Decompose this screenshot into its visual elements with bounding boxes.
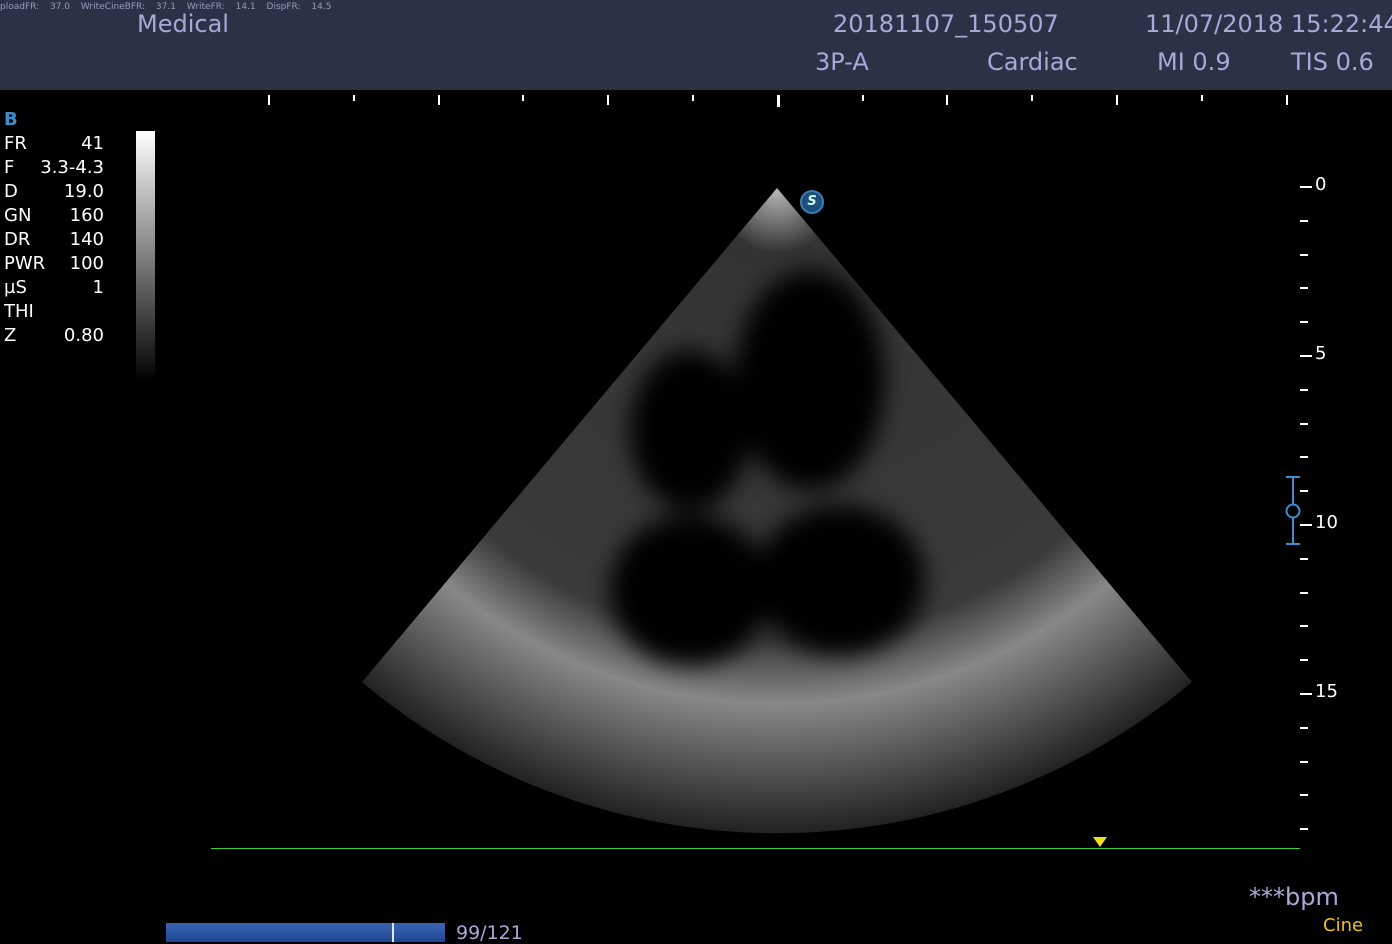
heart-rate: ***bpm <box>1249 883 1339 911</box>
param-value: 140 <box>69 229 104 250</box>
depth-tick <box>1300 321 1308 324</box>
depth-tick <box>1300 219 1308 222</box>
imaging-parameters: B FR 41 F 3.3-4.3 D 19.0 GN 160 DR 140 PWR 100 µS 1 TH… <box>4 108 104 348</box>
param-row: F 3.3-4.3 <box>4 156 104 180</box>
depth-tick <box>1300 760 1308 763</box>
mode-label: B <box>4 109 18 130</box>
param-row: µS 1 <box>4 276 104 300</box>
ultrasound-image <box>362 188 1192 834</box>
cine-frame-counter: 99/121 <box>456 922 523 944</box>
depth-tick <box>1300 355 1312 357</box>
depth-tick <box>1300 726 1308 729</box>
depth-tick <box>1300 591 1308 594</box>
depth-tick <box>1300 253 1308 256</box>
param-name: DR <box>4 229 31 250</box>
param-value: 3.3-4.3 <box>40 157 104 178</box>
focus-marker[interactable] <box>1282 476 1304 548</box>
depth-tick <box>1300 659 1308 662</box>
depth-tick <box>1300 625 1308 628</box>
param-row: DR 140 <box>4 228 104 252</box>
param-name: Z <box>4 325 17 346</box>
param-name: GN <box>4 205 32 226</box>
ecg-marker-icon[interactable] <box>1093 837 1107 847</box>
depth-label: 15 <box>1315 681 1338 702</box>
depth-tick <box>1300 388 1308 391</box>
param-value: 160 <box>69 205 104 226</box>
cine-position-handle[interactable] <box>392 923 395 942</box>
param-row: PWR 100 <box>4 252 104 276</box>
param-row: FR 41 <box>4 132 104 156</box>
param-value: 0.80 <box>63 325 104 346</box>
ecg-trace <box>211 848 1300 849</box>
cine-progress-bar[interactable] <box>166 923 445 942</box>
param-row: THI <box>4 300 104 324</box>
depth-tick <box>1300 456 1308 459</box>
param-name: F <box>4 157 15 178</box>
param-value: 1 <box>92 277 104 298</box>
param-name: FR <box>4 133 27 154</box>
param-name: THI <box>4 301 34 322</box>
grayscale-bar <box>136 131 155 381</box>
depth-tick <box>1300 828 1308 831</box>
param-value: 41 <box>81 133 104 154</box>
depth-label: 5 <box>1315 343 1327 364</box>
depth-tick <box>1300 287 1308 290</box>
param-name: D <box>4 181 18 202</box>
param-row: Z 0.80 <box>4 324 104 348</box>
steer-icon: S <box>800 190 824 214</box>
depth-tick <box>1300 186 1312 188</box>
param-name: PWR <box>4 253 46 274</box>
depth-tick <box>1300 422 1308 425</box>
param-value: 100 <box>69 253 104 274</box>
cine-label: Cine <box>1323 915 1364 936</box>
param-row: D 19.0 <box>4 180 104 204</box>
depth-tick <box>1300 794 1308 797</box>
param-value: 19.0 <box>63 181 104 202</box>
param-name: µS <box>4 277 27 298</box>
param-row: GN 160 <box>4 204 104 228</box>
depth-label: 10 <box>1315 512 1338 533</box>
depth-label: 0 <box>1315 174 1327 195</box>
depth-tick <box>1300 693 1312 695</box>
depth-tick <box>1300 557 1308 560</box>
